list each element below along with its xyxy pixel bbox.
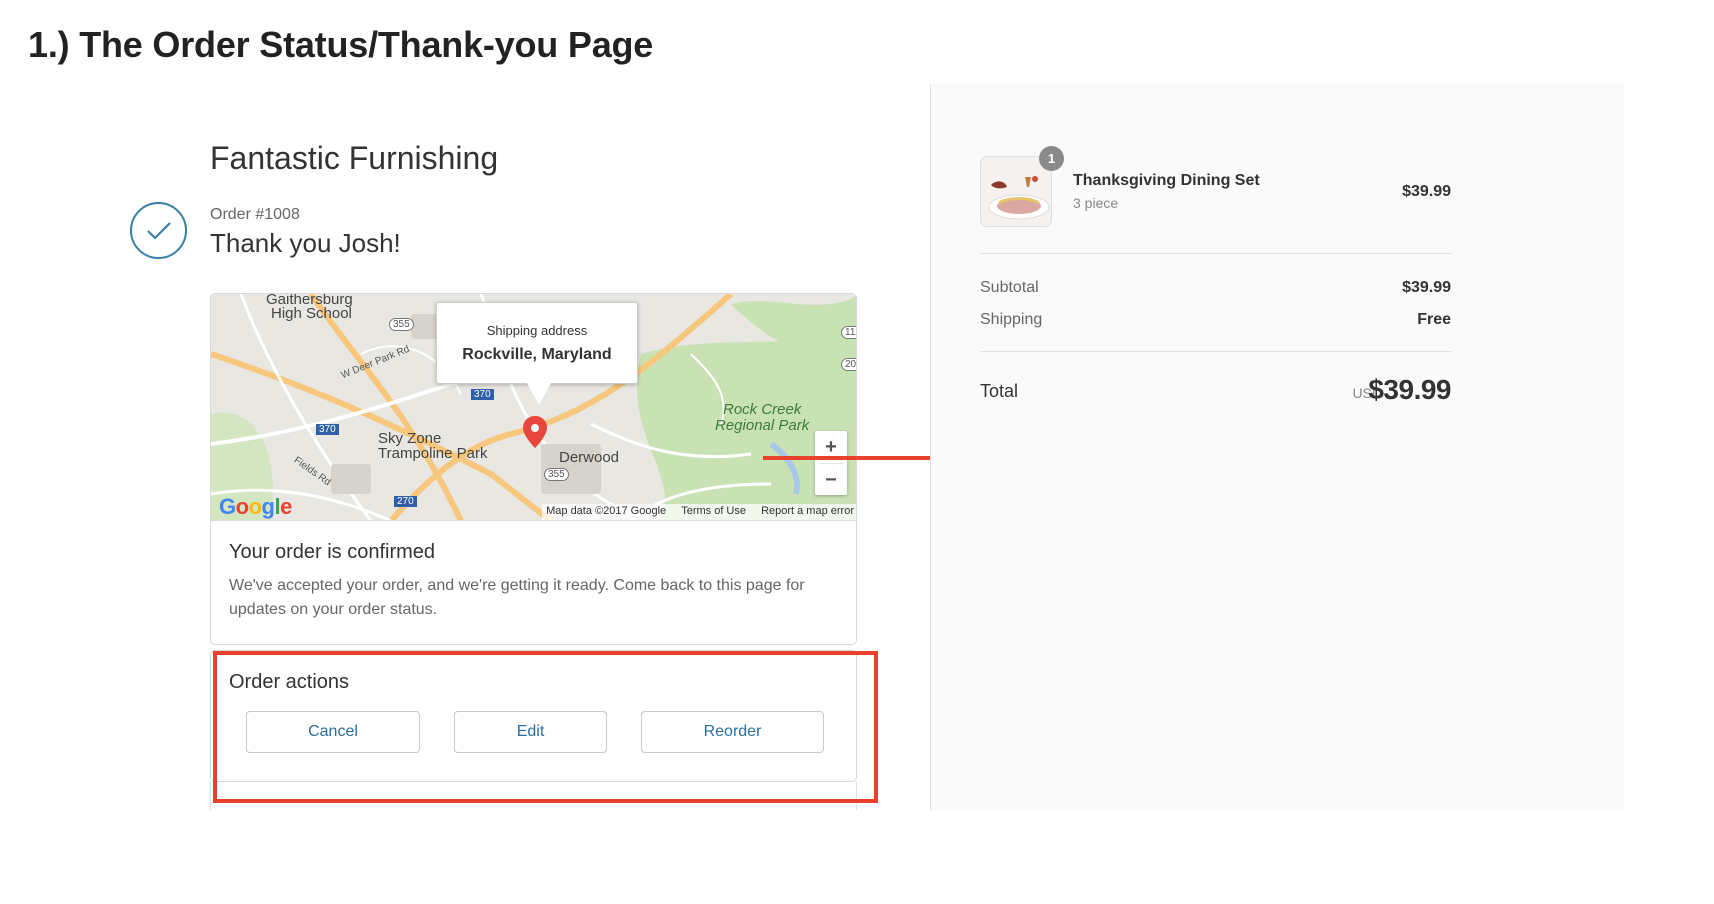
tooltip-title: Shipping address: [486, 323, 588, 338]
confirmation-text: We've accepted your order, and we're get…: [229, 577, 805, 618]
shipping-address-tooltip: Shipping address Rockville, Maryland: [436, 302, 638, 384]
route-270-shield: 270: [394, 496, 417, 507]
annotation-highlight-box: [213, 651, 878, 803]
subtotal-label: Subtotal: [980, 279, 1039, 296]
product-image: [981, 157, 1051, 226]
confirmation-title: Your order is confirmed: [229, 541, 436, 563]
map-label-regional-park: Regional Park: [715, 417, 810, 434]
product-name: Thanksgiving Dining Set: [1073, 172, 1260, 189]
summary-divider-bottom: [980, 351, 1452, 352]
thank-you-message: Thank you Josh!: [210, 228, 401, 258]
report-map-error-link[interactable]: Report a map error: [761, 505, 854, 517]
map-label-high-school: High School: [271, 305, 352, 322]
order-number: Order #1008: [210, 206, 300, 223]
zoom-out-button[interactable]: −: [815, 464, 847, 496]
product-variant: 3 piece: [1073, 195, 1119, 211]
route-355-shield-south: 355: [544, 468, 569, 481]
terms-of-use-link[interactable]: Terms of Use: [681, 505, 746, 517]
map-label-derwood: Derwood: [559, 449, 620, 466]
map-label-rock-creek: Rock Creek: [723, 401, 802, 418]
panel-edge-left: [210, 782, 211, 810]
route-200-shield: 200: [841, 358, 856, 371]
tooltip-arrow: [527, 383, 551, 405]
page-heading: 1.) The Order Status/Thank-you Page: [28, 24, 654, 65]
shop-name[interactable]: Fantastic Furnishing: [210, 140, 498, 177]
summary-divider-top: [980, 253, 1452, 254]
google-logo[interactable]: Google: [219, 494, 292, 520]
shipping-label: Shipping: [980, 311, 1043, 328]
checkmark-icon: [130, 202, 187, 259]
order-status-panel: Gaithersburg High School W Deer Park Rd …: [210, 293, 857, 645]
order-confirmed-section: Your order is confirmed We've accepted y…: [211, 521, 856, 644]
shipping-value: Free: [1417, 311, 1451, 328]
total-label: Total: [980, 381, 1019, 401]
map-zoom-controls: + −: [815, 431, 847, 495]
shipping-map[interactable]: Gaithersburg High School W Deer Park Rd …: [211, 294, 856, 521]
product-price: $39.99: [1402, 183, 1451, 200]
total-value: $39.99: [1368, 374, 1451, 405]
map-attribution: Map data ©2017 Google Terms of Use Repor…: [542, 504, 856, 520]
map-label-trampoline-park: Trampoline Park: [378, 445, 488, 462]
map-data-credit: Map data ©2017 Google: [546, 505, 667, 517]
route-370-shield: 370: [471, 389, 494, 400]
tooltip-location: Rockville, Maryland: [462, 346, 612, 363]
quantity-badge: 1: [1039, 146, 1064, 171]
map-pin-icon[interactable]: [523, 416, 547, 448]
route-370-shield-west: 370: [316, 424, 339, 435]
route-355-shield: 355: [389, 318, 414, 331]
subtotal-value: $39.99: [1402, 279, 1451, 296]
route-115-shield: 115: [841, 326, 856, 339]
order-summary-sidebar: 1 Thanksgiving Dining Set 3 piece $39.99…: [930, 84, 1624, 810]
